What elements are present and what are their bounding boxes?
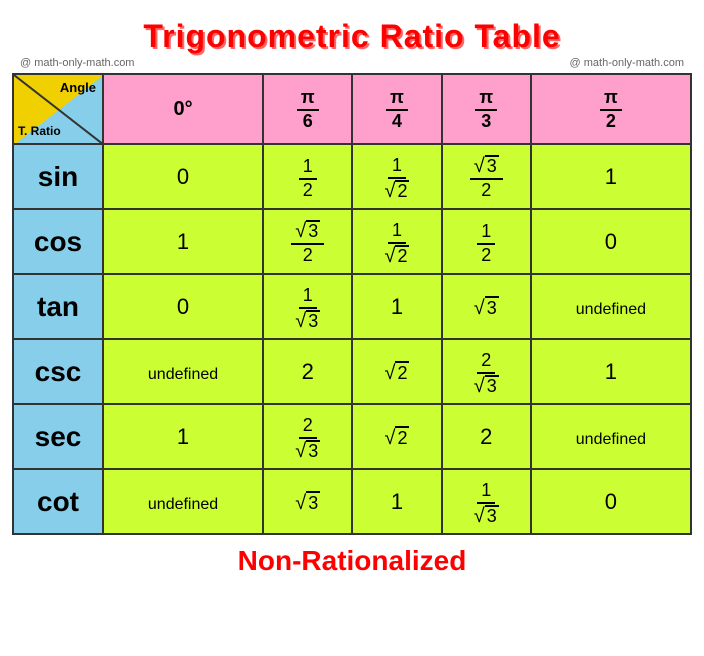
cot-2: 1 <box>352 469 441 534</box>
tan-4: undefined <box>531 274 691 339</box>
col-header-1: π 6 <box>263 74 352 144</box>
tan-3: √3 <box>442 274 531 339</box>
cos-0: 1 <box>103 209 263 274</box>
sin-3: √3 2 <box>442 144 531 209</box>
tan-2: 1 <box>352 274 441 339</box>
cot-1: √3 <box>263 469 352 534</box>
csc-0: undefined <box>103 339 263 404</box>
cos-3: 1 2 <box>442 209 531 274</box>
sin-label: sin <box>13 144 103 209</box>
sec-0: 1 <box>103 404 263 469</box>
ratio-label: T. Ratio <box>18 124 61 138</box>
angle-label: Angle <box>60 80 96 95</box>
sec-label: sec <box>13 404 103 469</box>
sec-row: sec 1 2 √3 √2 2 undefined <box>13 404 691 469</box>
csc-2: √2 <box>352 339 441 404</box>
csc-1: 2 <box>263 339 352 404</box>
sec-2: √2 <box>352 404 441 469</box>
cot-row: cot undefined √3 1 1 √3 0 <box>13 469 691 534</box>
tan-label: tan <box>13 274 103 339</box>
cot-3: 1 √3 <box>442 469 531 534</box>
cot-4: 0 <box>531 469 691 534</box>
cot-0: undefined <box>103 469 263 534</box>
cos-1: √3 2 <box>263 209 352 274</box>
sec-4: undefined <box>531 404 691 469</box>
watermark-bar: @ math-only-math.com @ math-only-math.co… <box>10 57 694 69</box>
col-header-4: π 2 <box>531 74 691 144</box>
tan-row: tan 0 1 √3 1 √3 undefined <box>13 274 691 339</box>
page-title: Trigonometric Ratio Table <box>143 18 560 55</box>
sin-0: 0 <box>103 144 263 209</box>
watermark-left: @ math-only-math.com <box>20 57 134 69</box>
sec-1: 2 √3 <box>263 404 352 469</box>
subtitle: Non-Rationalized <box>238 545 467 577</box>
sin-row: sin 0 1 2 1 √2 √3 2 1 <box>13 144 691 209</box>
csc-row: csc undefined 2 √2 2 √3 1 <box>13 339 691 404</box>
sin-2: 1 √2 <box>352 144 441 209</box>
header-row: Angle T. Ratio 0° π 6 π 4 π 3 <box>13 74 691 144</box>
csc-3: 2 √3 <box>442 339 531 404</box>
table-container: Angle T. Ratio 0° π 6 π 4 π 3 <box>12 73 692 535</box>
col-header-2: π 4 <box>352 74 441 144</box>
csc-4: 1 <box>531 339 691 404</box>
cos-4: 0 <box>531 209 691 274</box>
csc-label: csc <box>13 339 103 404</box>
cot-label: cot <box>13 469 103 534</box>
sin-1: 1 2 <box>263 144 352 209</box>
trig-table: Angle T. Ratio 0° π 6 π 4 π 3 <box>12 73 692 535</box>
tan-1: 1 √3 <box>263 274 352 339</box>
cos-2: 1 √2 <box>352 209 441 274</box>
col-header-3: π 3 <box>442 74 531 144</box>
angle-ratio-cell: Angle T. Ratio <box>13 74 103 144</box>
tan-0: 0 <box>103 274 263 339</box>
cos-label: cos <box>13 209 103 274</box>
sin-4: 1 <box>531 144 691 209</box>
col-header-0: 0° <box>103 74 263 144</box>
sec-3: 2 <box>442 404 531 469</box>
watermark-right: @ math-only-math.com <box>570 57 684 69</box>
cos-row: cos 1 √3 2 1 √2 1 2 0 <box>13 209 691 274</box>
